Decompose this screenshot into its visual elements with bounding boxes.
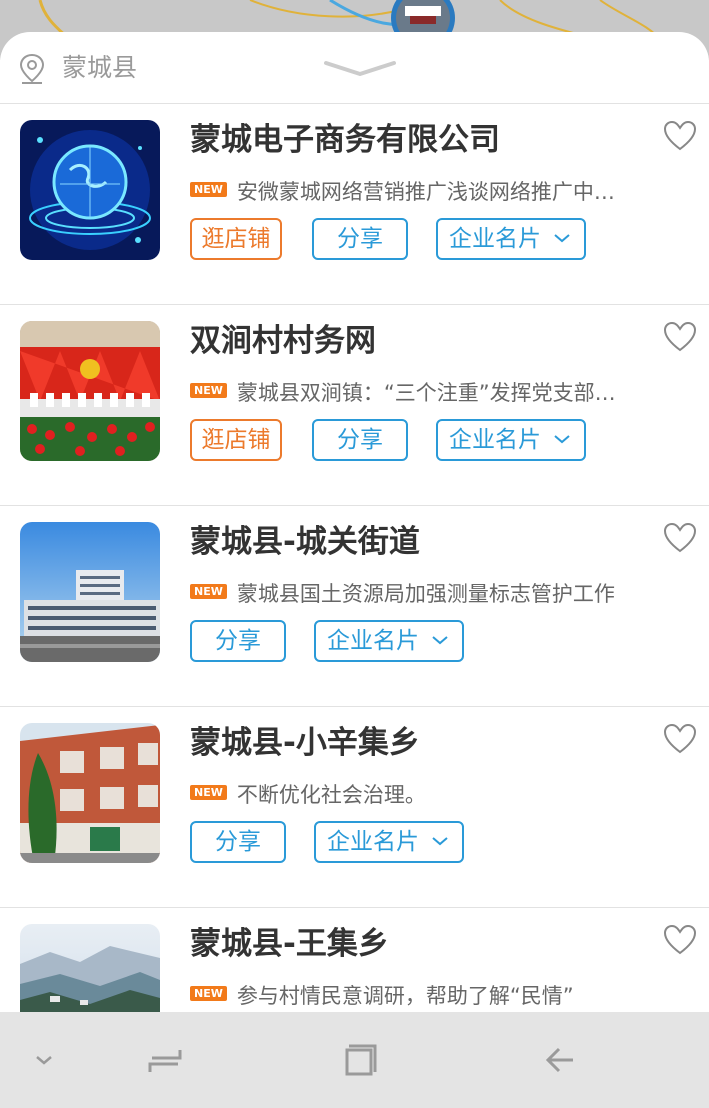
item-title[interactable]: 双涧村村务网 (190, 319, 376, 363)
news-text: 安微蒙城网络营销推广浅谈网络推广中… (236, 180, 615, 204)
action-buttons: 分享 企业名片 (190, 620, 492, 662)
business-card-label: 企业名片 (449, 226, 541, 252)
news-text: 蒙城县双涧镇：“三个注重”发挥党支部… (236, 381, 616, 405)
share-button[interactable]: 分享 (190, 821, 286, 863)
new-badge: NEW (190, 583, 227, 599)
thumbnail-image[interactable] (20, 321, 160, 461)
business-card-button[interactable]: 企业名片 (436, 218, 586, 260)
system-nav-bar (0, 1012, 709, 1108)
share-button[interactable]: 分享 (190, 620, 286, 662)
heart-icon[interactable] (663, 321, 697, 353)
result-list: 蒙城电子商务有限公司 NEW 安微蒙城网络营销推广浅谈网络推广中… 逛店铺 分享 企业… (0, 104, 709, 1012)
business-card-label: 企业名片 (449, 427, 541, 453)
nav-back-button[interactable] (525, 1012, 595, 1108)
nav-hide-button[interactable] (20, 1012, 68, 1108)
business-card-label: 企业名片 (327, 829, 419, 855)
list-item[interactable]: 蒙城县-王集乡 NEW 参与村情民意调研，帮助了解“民情” (0, 908, 709, 1012)
item-title[interactable]: 蒙城县-小辛集乡 (190, 721, 420, 765)
chevron-down-icon (554, 434, 570, 443)
news-text: 参与村情民意调研，帮助了解“民情” (236, 984, 574, 1008)
item-title[interactable]: 蒙城电子商务有限公司 (190, 118, 500, 162)
heart-icon[interactable] (663, 522, 697, 554)
thumbnail-image[interactable] (20, 120, 160, 260)
chevron-down-icon (554, 233, 570, 242)
list-item[interactable]: 蒙城县-城关街道 NEW 蒙城县国土资源局加强测量标志管护工作 分享 企业名片 (0, 506, 709, 707)
action-buttons: 分享 企业名片 (190, 821, 492, 863)
action-buttons: 逛店铺 分享 企业名片 (190, 218, 614, 260)
location-pin-icon (19, 53, 45, 84)
visit-shop-button[interactable]: 逛店铺 (190, 419, 282, 461)
share-button[interactable]: 分享 (312, 218, 408, 260)
item-title[interactable]: 蒙城县-城关街道 (190, 520, 420, 564)
business-card-label: 企业名片 (327, 628, 419, 654)
recent-apps-icon (148, 1050, 182, 1072)
results-sheet: 蒙城县 蒙城电子商务有限公司 NEW 安微蒙城网络营销推广浅谈网络推广中… 逛店… (0, 32, 709, 1012)
list-item[interactable]: 蒙城县-小辛集乡 NEW 不断优化社会治理。 分享 企业名片 (0, 707, 709, 908)
new-badge: NEW (190, 985, 227, 1001)
item-title[interactable]: 蒙城县-王集乡 (190, 922, 389, 966)
action-buttons: 逛店铺 分享 企业名片 (190, 419, 614, 461)
news-text: 不断优化社会治理。 (236, 783, 426, 807)
business-card-button[interactable]: 企业名片 (436, 419, 586, 461)
list-item[interactable]: 双涧村村务网 NEW 蒙城县双涧镇：“三个注重”发挥党支部… 逛店铺 分享 企业名片 (0, 305, 709, 506)
news-line[interactable]: NEW 安微蒙城网络营销推广浅谈网络推广中… (190, 176, 650, 208)
thumbnail-image[interactable] (20, 924, 160, 1012)
business-card-button[interactable]: 企业名片 (314, 821, 464, 863)
sheet-header: 蒙城县 (0, 32, 709, 104)
thumbnail-image[interactable] (20, 522, 160, 662)
nav-home-button[interactable] (325, 1012, 395, 1108)
chevron-down-icon (432, 836, 448, 845)
new-badge: NEW (190, 181, 227, 197)
back-arrow-icon (545, 1047, 573, 1073)
heart-icon[interactable] (663, 924, 697, 956)
news-line[interactable]: NEW 蒙城县国土资源局加强测量标志管护工作 (190, 578, 650, 610)
news-line[interactable]: NEW 不断优化社会治理。 (190, 779, 650, 811)
new-badge: NEW (190, 784, 227, 800)
visit-shop-button[interactable]: 逛店铺 (190, 218, 282, 260)
location-label: 蒙城县 (62, 53, 138, 82)
news-text: 蒙城县国土资源局加强测量标志管护工作 (236, 582, 615, 606)
home-square-icon (345, 1044, 377, 1076)
news-line[interactable]: NEW 参与村情民意调研，帮助了解“民情” (190, 980, 650, 1012)
heart-icon[interactable] (663, 120, 697, 152)
chevron-down-icon (432, 635, 448, 644)
news-line[interactable]: NEW 蒙城县双涧镇：“三个注重”发挥党支部… (190, 377, 650, 409)
business-card-button[interactable]: 企业名片 (314, 620, 464, 662)
heart-icon[interactable] (663, 723, 697, 755)
list-item[interactable]: 蒙城电子商务有限公司 NEW 安微蒙城网络营销推广浅谈网络推广中… 逛店铺 分享 企业… (0, 104, 709, 305)
thumbnail-image[interactable] (20, 723, 160, 863)
chevron-down-icon (36, 1056, 52, 1065)
share-button[interactable]: 分享 (312, 419, 408, 461)
collapse-chevron-icon[interactable] (324, 60, 396, 78)
nav-recent-button[interactable] (130, 1012, 200, 1108)
new-badge: NEW (190, 382, 227, 398)
